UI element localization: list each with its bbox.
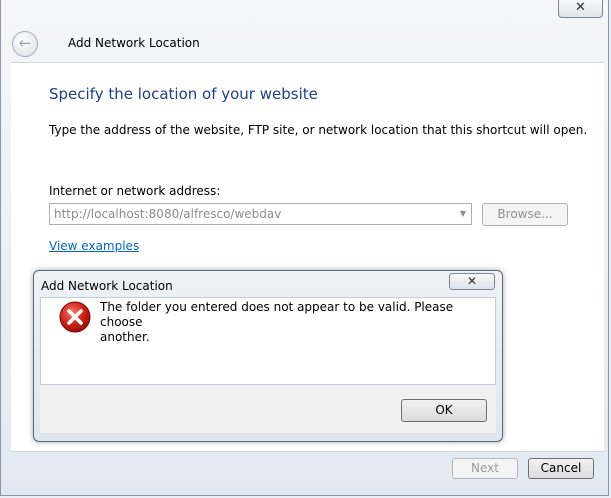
dialog-message-line: The folder you entered does not appear t…: [100, 300, 454, 329]
close-icon: ✕: [575, 0, 586, 15]
back-button[interactable]: ←: [12, 31, 38, 57]
address-value: http://localhost:8080/alfresco/webdav: [54, 207, 282, 221]
address-label: Internet or network address:: [49, 184, 221, 198]
ok-button[interactable]: OK: [401, 399, 487, 422]
close-icon: ✕: [466, 274, 478, 288]
page-heading: Specify the location of your website: [49, 85, 318, 103]
view-examples-link[interactable]: View examples: [49, 239, 139, 253]
dialog-message-line: another.: [100, 330, 150, 344]
dialog-close-button[interactable]: ✕: [449, 273, 495, 290]
dialog-message: The folder you entered does not appear t…: [100, 300, 470, 345]
chevron-down-icon[interactable]: ▼: [455, 204, 471, 224]
window-title: Add Network Location: [68, 36, 200, 50]
instructions-text: Type the address of the website, FTP sit…: [49, 123, 588, 137]
back-arrow-icon: ←: [18, 34, 32, 52]
browse-button[interactable]: Browse...: [482, 203, 568, 226]
address-combobox[interactable]: http://localhost:8080/alfresco/webdav ▼: [49, 203, 472, 225]
error-dialog: Add Network Location ✕ The folder you en…: [33, 270, 503, 442]
dialog-title: Add Network Location: [41, 279, 173, 293]
error-icon: [59, 301, 91, 333]
next-button[interactable]: Next: [452, 458, 518, 479]
cancel-button[interactable]: Cancel: [528, 458, 594, 479]
window-close-button[interactable]: ✕: [558, 0, 603, 18]
